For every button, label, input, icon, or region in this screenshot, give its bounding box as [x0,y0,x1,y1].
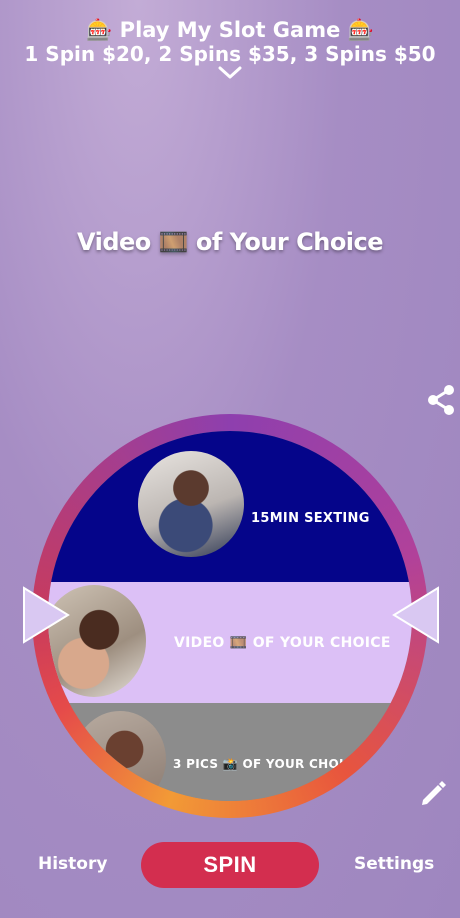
settings-button[interactable]: Settings [354,854,434,874]
triangle-pointer-icon [23,586,70,644]
segment-photo [138,451,244,557]
result-label: Video 🎞️ of Your Choice [76,228,384,256]
header: 🎰 Play My Slot Game 🎰 1 Spin $20, 2 Spin… [0,18,460,66]
pencil-icon[interactable] [418,778,448,808]
price-list: 1 Spin $20, 2 Spins $35, 3 Spins $50 [24,42,436,66]
share-icon[interactable] [425,383,457,417]
wheel-inner: 15MIN SEXTING VIDEO 🎞️ OF YOUR CHOICE 3 … [48,431,412,801]
bottom-bar: History SPIN Settings [0,842,460,890]
segment-label: 3 PICS 📸 OF YOUR CHOICE [173,757,362,771]
spin-button[interactable]: SPIN [141,842,319,888]
page-title: 🎰 Play My Slot Game 🎰 [86,18,374,42]
segment-label: 15MIN SEXTING [251,511,370,526]
history-button[interactable]: History [38,854,107,874]
slot-wheel[interactable]: 15MIN SEXTING VIDEO 🎞️ OF YOUR CHOICE 3 … [32,414,428,818]
triangle-pointer-icon [392,586,439,644]
segment-photo [74,711,166,801]
chevron-down-icon[interactable] [218,66,242,80]
segment-label: VIDEO 🎞️ OF YOUR CHOICE [174,635,391,651]
